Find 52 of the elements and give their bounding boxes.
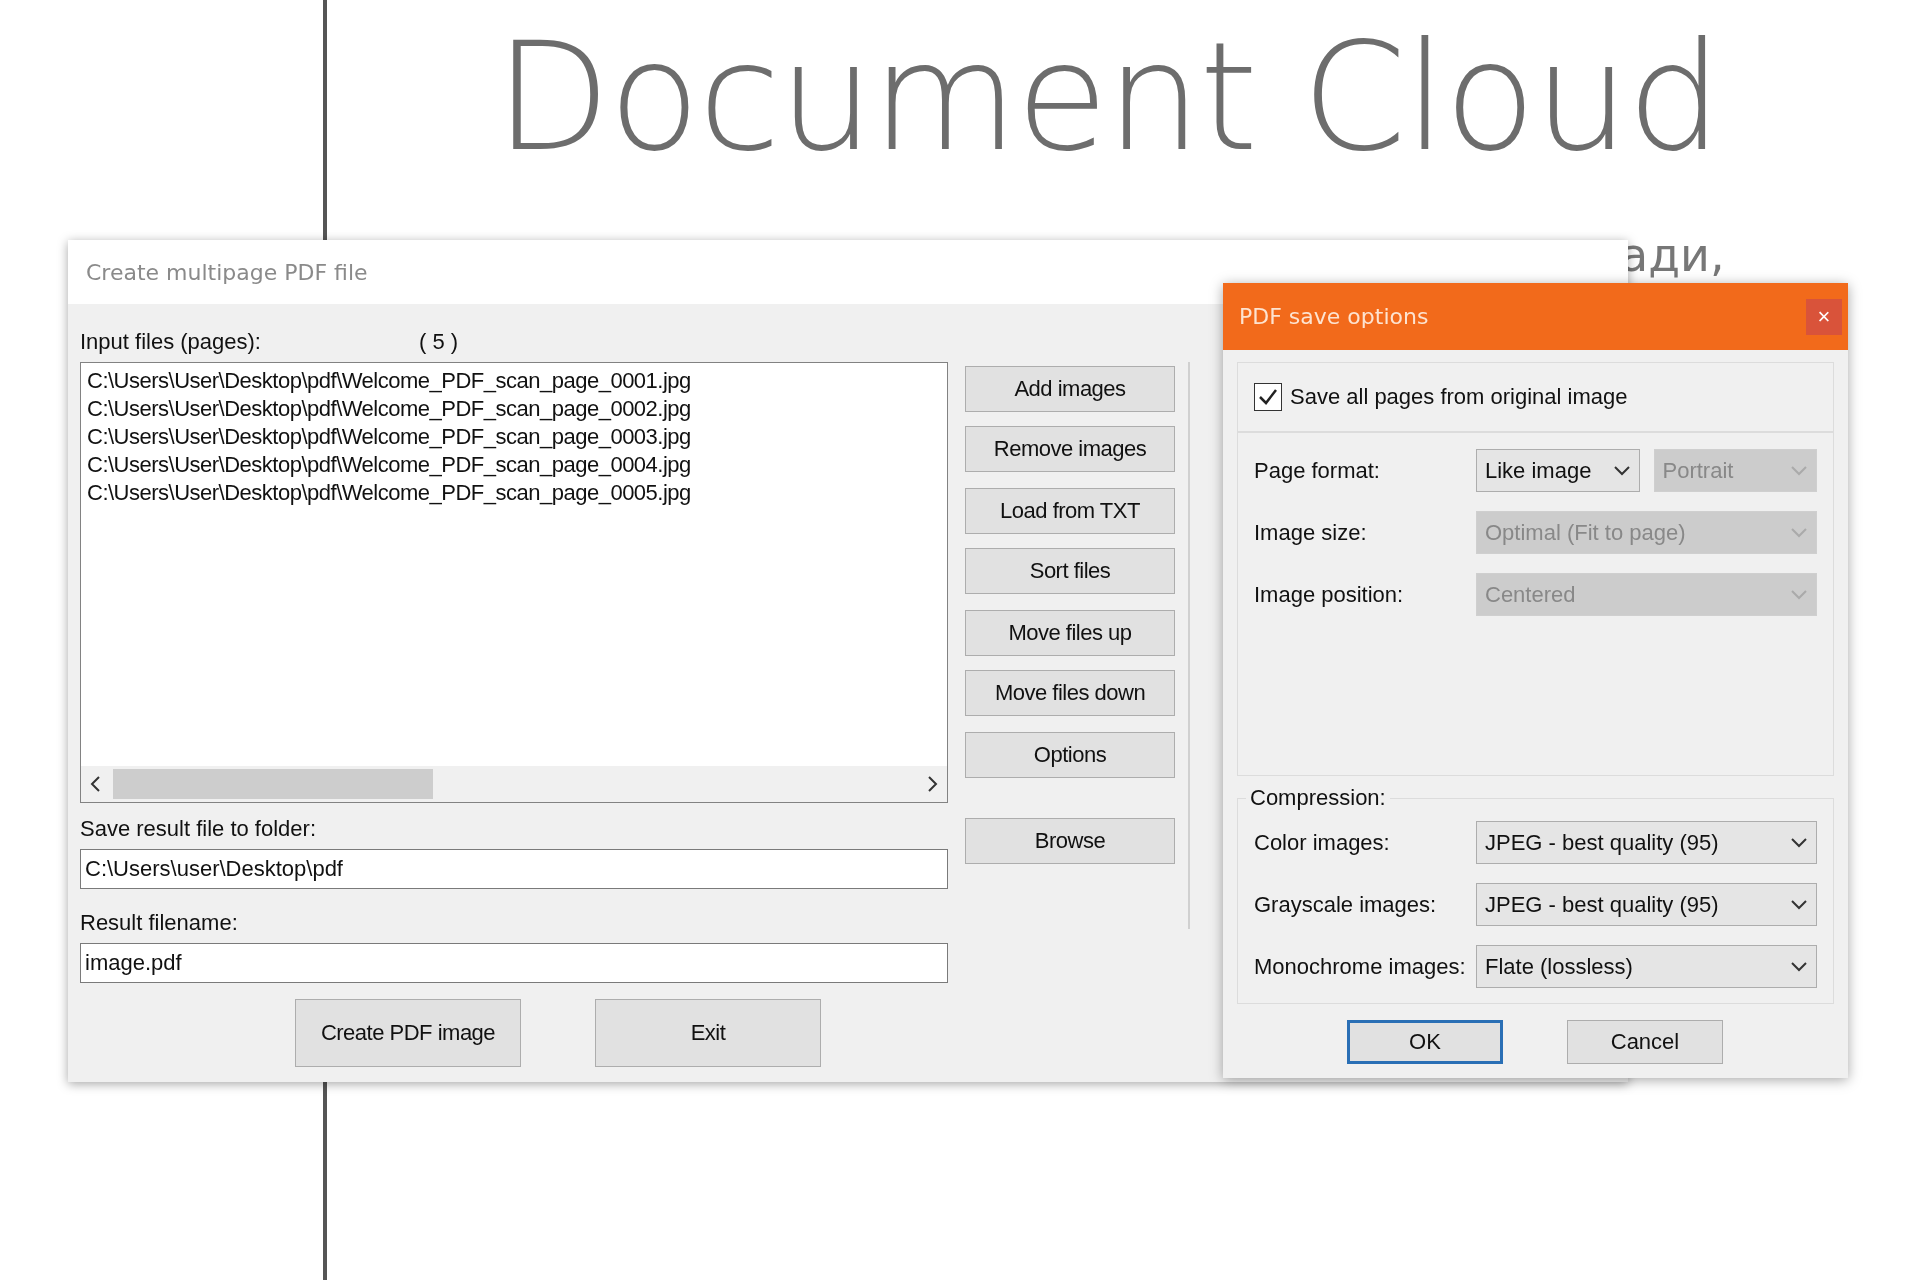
dropdown[interactable]: Flate (lossless) bbox=[1476, 945, 1817, 988]
file-list[interactable] bbox=[80, 362, 948, 803]
horizontal-scrollbar[interactable] bbox=[81, 766, 947, 802]
checkbox-label: Save all pages from original image bbox=[1290, 384, 1628, 410]
close-button[interactable]: × bbox=[1806, 298, 1842, 335]
chevron-down-icon bbox=[1790, 588, 1808, 601]
action-button[interactable]: Load from TXT bbox=[965, 488, 1175, 534]
dialog-button[interactable]: Create PDF image bbox=[295, 999, 521, 1067]
field-label: Monochrome images: bbox=[1254, 953, 1467, 980]
field-label: Image size: bbox=[1254, 519, 1368, 546]
chevron-down-icon bbox=[1790, 898, 1808, 911]
action-button[interactable]: Options bbox=[965, 732, 1175, 778]
checkbox[interactable] bbox=[1254, 383, 1282, 411]
scroll-left-icon[interactable] bbox=[89, 775, 101, 793]
chevron-down-icon bbox=[1790, 464, 1808, 477]
action-button[interactable]: Move files up bbox=[965, 610, 1175, 656]
field-label: Save result file to folder: bbox=[80, 816, 316, 842]
chevron-down-icon bbox=[1612, 464, 1631, 477]
file-item[interactable]: C:\Users\User\Desktop\pdf\Welcome_PDF_scan_page_0001.jpg bbox=[87, 367, 941, 395]
dialog-title: PDF save options bbox=[1239, 304, 1429, 329]
file-item[interactable]: C:\Users\User\Desktop\pdf\Welcome_PDF_scan_page_0004.jpg bbox=[87, 451, 941, 479]
field-label: Grayscale images: bbox=[1254, 891, 1438, 918]
window-title: Create multipage PDF file bbox=[68, 240, 1628, 304]
chevron-down-icon bbox=[1790, 836, 1808, 849]
file-item[interactable]: C:\Users\User\Desktop\pdf\Welcome_PDF_scan_page_0005.jpg bbox=[87, 479, 941, 507]
page-heading: Document Cloud bbox=[495, 10, 1721, 184]
action-button[interactable]: Remove images bbox=[965, 426, 1175, 472]
scroll-right-icon[interactable] bbox=[927, 775, 939, 793]
chevron-down-icon bbox=[1790, 960, 1808, 973]
action-button[interactable]: Sort files bbox=[965, 548, 1175, 594]
dialog-button[interactable]: OK bbox=[1347, 1020, 1503, 1064]
action-button[interactable]: Add images bbox=[965, 366, 1175, 412]
dialog-button[interactable]: Cancel bbox=[1567, 1020, 1723, 1064]
checkmark-icon bbox=[1258, 388, 1278, 406]
dropdown[interactable]: JPEG - best quality (95) bbox=[1476, 883, 1817, 926]
field-label: Result filename: bbox=[80, 910, 238, 936]
field-label: Image position: bbox=[1254, 581, 1405, 608]
file-item[interactable]: C:\Users\User\Desktop\pdf\Welcome_PDF_scan_page_0003.jpg bbox=[87, 423, 941, 451]
field-label: Page format: bbox=[1254, 457, 1381, 484]
action-button[interactable]: Move files down bbox=[965, 670, 1175, 716]
chevron-down-icon bbox=[1790, 526, 1808, 539]
scrollbar-thumb[interactable] bbox=[113, 769, 433, 799]
filename-field[interactable]: image.pdf bbox=[80, 943, 948, 983]
folder-field[interactable]: C:\Users\user\Desktop\pdf bbox=[80, 849, 948, 889]
file-item[interactable]: C:\Users\User\Desktop\pdf\Welcome_PDF_scan_page_0002.jpg bbox=[87, 395, 941, 423]
file-count: ( 5 ) bbox=[419, 329, 459, 355]
dropdown[interactable]: JPEG - best quality (95) bbox=[1476, 821, 1817, 864]
dropdown[interactable]: Like image bbox=[1476, 449, 1640, 492]
browse-button[interactable]: Browse bbox=[965, 818, 1175, 864]
dialog-button[interactable]: Exit bbox=[595, 999, 821, 1067]
field-label: Input files (pages): bbox=[80, 329, 261, 355]
field-label: Color images: bbox=[1254, 829, 1391, 856]
